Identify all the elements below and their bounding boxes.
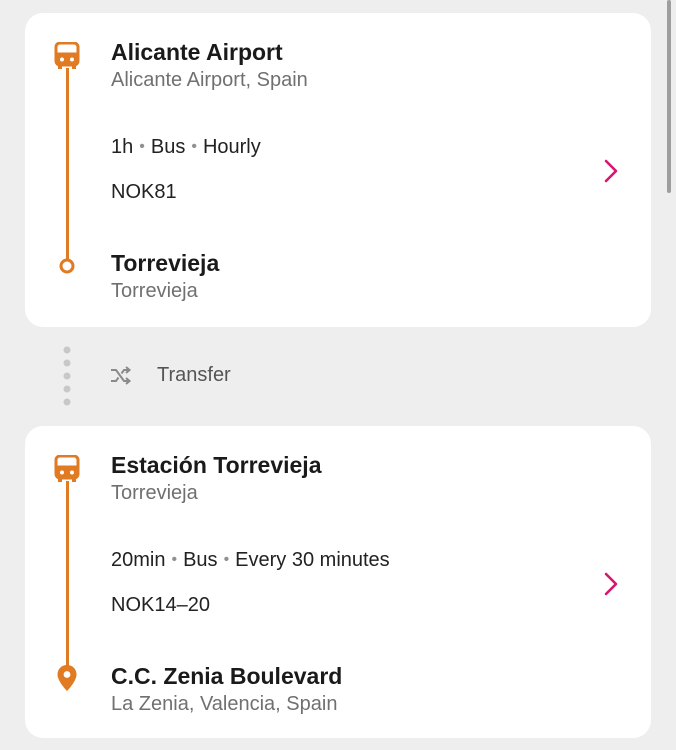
transfer-row: Transfer [0, 340, 676, 415]
route-leg-card[interactable]: Alicante Airport Alicante Airport, Spain… [25, 13, 651, 327]
route-line [66, 68, 69, 260]
duration: 20min [111, 549, 166, 571]
destination-subtitle: Torrevieja [111, 280, 198, 302]
chevron-right-icon[interactable] [603, 571, 619, 597]
shuffle-icon [111, 366, 132, 385]
location-pin-icon [57, 665, 77, 691]
mode: Bus [183, 549, 218, 571]
leg-summary: 1h • Bus • Hourly [111, 136, 261, 158]
bus-icon [54, 42, 80, 69]
route-line [66, 481, 69, 673]
origin-subtitle: Torrevieja [111, 482, 198, 504]
dotted-connector [63, 346, 71, 406]
origin-name: Alicante Airport [111, 39, 283, 65]
frequency: Every 30 minutes [235, 549, 390, 571]
destination-name: Torrevieja [111, 250, 220, 276]
origin-name: Estación Torrevieja [111, 452, 322, 478]
scrollbar[interactable] [667, 0, 671, 193]
leg-summary: 20min • Bus • Every 30 minutes [111, 549, 390, 571]
origin-subtitle: Alicante Airport, Spain [111, 69, 308, 91]
route-code: NOK81 [111, 181, 177, 203]
route-code: NOK14–20 [111, 594, 210, 616]
chevron-right-icon[interactable] [603, 158, 619, 184]
mode: Bus [150, 136, 186, 158]
route-leg-card[interactable]: Estación Torrevieja Torrevieja 20min • Bus… [25, 426, 651, 738]
frequency: Hourly [202, 136, 261, 158]
duration: 1h [111, 136, 134, 158]
destination-subtitle: La Zenia, Valencia, Spain [111, 693, 338, 715]
circle-stop-icon [59, 258, 75, 274]
bus-icon [54, 455, 80, 482]
transfer-label: Transfer [157, 364, 231, 386]
destination-name: C.C. Zenia Boulevard [111, 663, 343, 689]
